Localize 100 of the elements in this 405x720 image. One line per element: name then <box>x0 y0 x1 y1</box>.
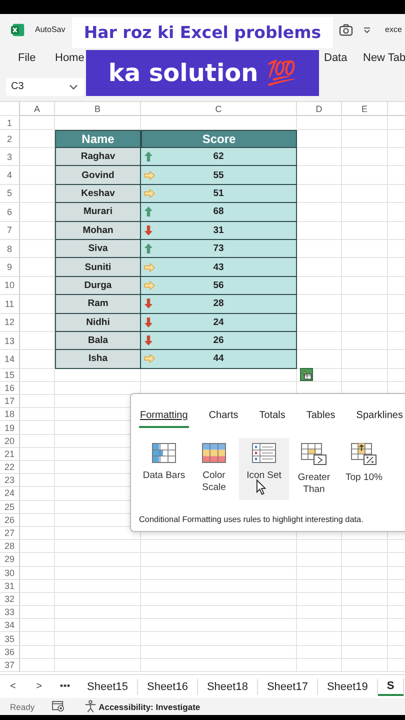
grid-cell[interactable] <box>342 632 388 646</box>
row-header[interactable]: 13 <box>0 332 20 350</box>
grid-cell[interactable] <box>342 658 388 672</box>
grid-cell[interactable] <box>20 553 55 566</box>
grid-cell[interactable] <box>20 382 55 396</box>
grid-cell[interactable] <box>342 295 388 314</box>
panel-tab[interactable]: Charts <box>208 409 240 428</box>
format-option[interactable]: Icon Set <box>239 438 289 500</box>
grid-cell[interactable] <box>297 184 342 204</box>
sheet-tab[interactable]: Sheet17 <box>258 678 318 694</box>
grid-cell[interactable] <box>342 332 388 350</box>
column-header[interactable]: C <box>141 102 297 116</box>
grid-cell[interactable] <box>297 368 342 382</box>
select-all-corner[interactable] <box>0 102 20 116</box>
grid-cell[interactable] <box>342 116 388 130</box>
row-header[interactable]: 16 <box>0 382 20 396</box>
grid-cell[interactable] <box>20 658 55 672</box>
chevron-icon[interactable] <box>69 84 78 90</box>
grid-cell[interactable] <box>20 408 55 422</box>
grid-cell[interactable] <box>141 646 297 659</box>
grid-cell[interactable] <box>297 130 342 148</box>
row-header[interactable]: 35 <box>0 632 20 646</box>
grid-cell[interactable] <box>20 514 55 527</box>
grid-cell[interactable] <box>342 553 388 566</box>
row-header[interactable]: 10 <box>0 276 20 296</box>
grid-cell[interactable] <box>297 222 342 240</box>
grid-cell[interactable] <box>342 619 388 632</box>
grid-cell[interactable] <box>342 222 388 240</box>
accessibility-status[interactable]: Accessibility: Investigate <box>98 702 200 712</box>
grid-cell[interactable] <box>342 240 388 258</box>
row-header[interactable]: 22 <box>0 461 20 474</box>
row-header[interactable]: 8 <box>0 240 20 258</box>
grid-cell[interactable] <box>297 592 342 606</box>
grid-cell[interactable] <box>141 619 297 632</box>
grid-cell[interactable] <box>141 566 297 580</box>
row-header[interactable]: 2 <box>0 130 20 148</box>
row-header[interactable]: 28 <box>0 540 20 554</box>
format-option[interactable]: Color Scale <box>189 438 239 500</box>
grid-cell[interactable] <box>141 592 297 606</box>
row-header[interactable]: 29 <box>0 553 20 566</box>
grid-cell[interactable] <box>20 566 55 580</box>
grid-cell[interactable] <box>342 166 388 185</box>
camera-icon[interactable] <box>339 24 353 36</box>
grid-cell[interactable] <box>342 258 388 277</box>
grid-cell[interactable] <box>342 566 388 580</box>
grid-cell[interactable] <box>141 658 297 672</box>
grid-cell[interactable] <box>55 553 141 566</box>
grid-cell[interactable] <box>20 434 55 448</box>
sheet-nav-button[interactable]: < <box>0 681 26 692</box>
grid-cell[interactable] <box>55 632 141 646</box>
sheet-nav-button[interactable]: > <box>26 681 52 692</box>
grid-cell[interactable] <box>342 540 388 554</box>
row-header[interactable]: 25 <box>0 500 20 514</box>
grid-cell[interactable] <box>141 553 297 566</box>
row-header[interactable]: 20 <box>0 434 20 448</box>
row-header[interactable]: 11 <box>0 295 20 314</box>
grid-cell[interactable] <box>20 632 55 646</box>
grid-cell[interactable] <box>55 592 141 606</box>
grid-cell[interactable] <box>342 130 388 148</box>
grid-cell[interactable] <box>297 166 342 185</box>
grid-cell[interactable] <box>20 526 55 540</box>
grid-cell[interactable] <box>342 314 388 332</box>
row-header[interactable]: 17 <box>0 395 20 408</box>
grid-cell[interactable] <box>342 350 388 369</box>
accessibility-icon[interactable] <box>84 700 97 713</box>
row-header[interactable]: 5 <box>0 184 20 204</box>
grid-cell[interactable] <box>342 148 388 166</box>
column-header[interactable]: E <box>342 102 388 116</box>
row-header[interactable]: 24 <box>0 487 20 501</box>
sheet-tab[interactable]: Sheet19 <box>318 678 378 694</box>
grid-cell[interactable] <box>342 580 388 593</box>
grid-cell[interactable] <box>55 368 141 382</box>
grid-cell[interactable] <box>297 540 342 554</box>
grid-cell[interactable] <box>55 540 141 554</box>
row-header[interactable]: 7 <box>0 222 20 240</box>
grid-cell[interactable] <box>342 646 388 659</box>
grid-cell[interactable] <box>297 295 342 314</box>
grid-cell[interactable] <box>55 606 141 620</box>
grid-cell[interactable] <box>55 566 141 580</box>
grid-cell[interactable] <box>297 619 342 632</box>
row-header[interactable]: 32 <box>0 592 20 606</box>
grid-cell[interactable] <box>297 258 342 277</box>
grid-cell[interactable] <box>297 632 342 646</box>
grid-cell[interactable] <box>20 500 55 514</box>
grid-cell[interactable] <box>20 421 55 435</box>
grid-cell[interactable] <box>141 368 297 382</box>
grid-cell[interactable] <box>20 606 55 620</box>
grid-cell[interactable] <box>20 646 55 659</box>
row-header[interactable]: 6 <box>0 203 20 222</box>
sheet-nav-button[interactable]: ••• <box>52 681 78 692</box>
grid-cell[interactable] <box>297 332 342 350</box>
column-header[interactable]: B <box>55 102 141 116</box>
row-header[interactable]: 1 <box>0 116 20 130</box>
name-box[interactable]: C3 <box>6 78 84 96</box>
sheet-tab[interactable]: Sheet18 <box>198 678 258 694</box>
quick-analysis-button[interactable] <box>300 368 313 382</box>
grid-cell[interactable] <box>141 632 297 646</box>
row-header[interactable]: 18 <box>0 408 20 422</box>
sheet-tab[interactable]: Sheet15 <box>78 678 138 694</box>
grid-cell[interactable] <box>20 580 55 593</box>
